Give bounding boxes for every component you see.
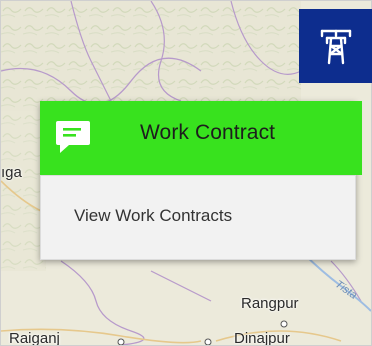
tower-icon bbox=[320, 29, 351, 65]
place-label-partial: ıga bbox=[1, 164, 22, 181]
place-label-raiganj: Raiganj bbox=[9, 330, 60, 346]
work-contract-menu: Work Contract View Work Contracts bbox=[40, 101, 362, 260]
tower-tool-button[interactable] bbox=[299, 9, 372, 83]
view-work-contracts-item[interactable]: View Work Contracts bbox=[74, 206, 232, 226]
chat-icon bbox=[56, 121, 90, 153]
menu-title: Work Contract bbox=[140, 121, 276, 144]
menu-body: View Work Contracts bbox=[40, 175, 356, 260]
place-label-dinajpur: Dinajpur bbox=[234, 330, 290, 346]
place-label-rangpur: Rangpur bbox=[241, 295, 299, 312]
menu-header: Work Contract bbox=[40, 101, 362, 175]
